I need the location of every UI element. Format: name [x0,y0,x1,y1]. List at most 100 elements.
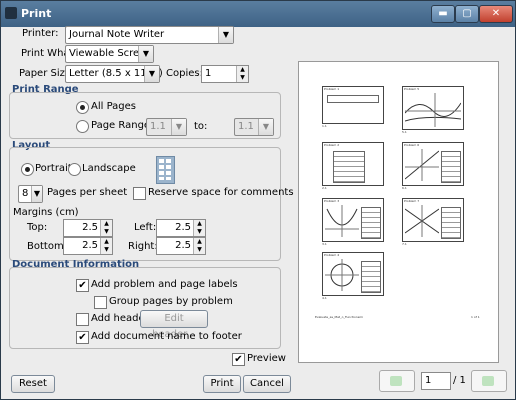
group-pages-label: Group pages by problem [109,296,233,307]
thumb-title: Problem 5 [404,87,420,91]
margin-right-stepper[interactable]: 2.5 ▲ ▼ [156,237,206,255]
all-pages-radio[interactable] [76,101,89,114]
print-preview-page: Problem 1 1.1 Problem 2 2.1 Problem 3 3.… [298,61,499,363]
margin-right-value: 2.5 [175,240,191,251]
thumb-page-label: 7.1 [402,242,407,246]
close-button[interactable]: ✕ [479,5,513,23]
layout-preview-icon [156,156,175,184]
preview-thumb: Problem 5 [402,86,464,130]
copies-label: Copies: [166,68,203,79]
prev-arrow-icon [390,376,402,386]
range-from-select[interactable]: 1.1 ▼ [146,118,187,136]
chevron-down-icon: ▼ [138,46,153,62]
landscape-label: Landscape [82,163,136,174]
reset-button[interactable]: Reset [11,375,55,393]
all-pages-label: All Pages [91,101,136,112]
pages-per-sheet-value: 8 [22,188,29,199]
thumb-title: Problem 4 [324,253,340,257]
range-from-value: 1.1 [150,121,166,132]
spinner-arrows-icon[interactable]: ▲ ▼ [100,220,112,236]
graph-icon [325,259,359,291]
maximize-button[interactable]: ▢ [455,5,479,23]
range-to-select[interactable]: 1.1 ▼ [234,118,274,136]
chevron-down-icon: ▼ [144,66,159,82]
range-to-value: 1.1 [238,121,254,132]
spinner-arrows-icon[interactable]: ▲ ▼ [193,220,205,236]
thumb-title: Problem 1 [324,87,340,91]
margin-bottom-value: 2.5 [82,240,98,251]
chevron-down-icon: ▼ [218,27,233,43]
margin-right-label: Right: [128,241,158,252]
preview-label: Preview [247,353,286,364]
preview-thumb: Problem 3 [322,198,384,242]
spinner-arrows-icon[interactable]: ▲ ▼ [100,238,112,254]
margin-left-label: Left: [134,222,157,233]
graph-icon [405,205,439,237]
printer-select[interactable]: Journal Note Writer ▼ [65,26,234,44]
portrait-label: Portrait [35,163,72,174]
pages-per-sheet-select[interactable]: 8 ▼ [18,185,43,203]
preview-thumb: Problem 6 [402,142,464,186]
paper-size-select[interactable]: Letter (8.5 x 11 in) ▼ [65,65,163,83]
reserve-comments-checkbox[interactable] [133,187,146,200]
thumb-page-label: 3.1 [322,242,327,246]
cancel-button[interactable]: Cancel [243,375,291,393]
chevron-down-icon: ▼ [258,119,273,135]
add-footer-label: Add document name to footer [91,331,242,342]
minimize-button[interactable]: ▬ [431,5,455,23]
margin-bottom-stepper[interactable]: 2.5 ▲ ▼ [63,237,113,255]
edit-header-button[interactable]: Edit header... [140,310,208,340]
margin-bottom-label: Bottom: [27,241,68,252]
thumb-page-label: 6.1 [402,186,407,190]
thumb-title: Problem 2 [324,143,340,147]
page-total-label: / 1 [453,375,466,386]
preview-footer-page: 1 of 1 [471,315,480,319]
graph-icon [405,93,461,127]
app-icon [5,7,17,19]
print-what-select[interactable]: Viewable Screen ▼ [65,45,154,63]
print-dialog: Print ▬ ▢ ✕ Printer: Journal Note Writer… [0,0,516,400]
printer-value: Journal Note Writer [69,29,165,40]
group-pages-checkbox[interactable] [94,296,107,309]
next-page-button[interactable] [471,370,507,392]
graph-icon [405,149,439,181]
margin-top-label: Top: [27,222,48,233]
preview-checkbox[interactable] [232,353,245,366]
window-title: Print [21,7,52,20]
print-button[interactable]: Print [203,375,241,393]
preview-thumb: Problem 4 [322,252,384,296]
page-range-radio[interactable] [76,120,89,133]
page-number-field[interactable]: 1 [421,372,451,390]
thumb-page-label: 1.1 [322,124,327,128]
margin-top-stepper[interactable]: 2.5 ▲ ▼ [63,219,113,237]
preview-thumb: Problem 1 [322,86,384,124]
thumb-page-label: 4.1 [322,296,327,300]
add-footer-checkbox[interactable] [76,331,89,344]
thumb-page-label: 2.1 [322,186,327,190]
page-number-value: 1 [425,375,432,386]
margins-label: Margins (cm) [13,207,79,218]
title-bar: Print ▬ ▢ ✕ [1,1,515,27]
pages-per-sheet-label: Pages per sheet [47,187,128,198]
landscape-radio[interactable] [68,163,81,176]
copies-stepper[interactable]: 1 ▲ ▼ [201,65,249,83]
spinner-arrows-icon[interactable]: ▲ ▼ [193,238,205,254]
add-header-checkbox[interactable] [76,313,89,326]
margin-left-stepper[interactable]: 2.5 ▲ ▼ [156,219,206,237]
thumb-title: Problem 6 [404,143,420,147]
portrait-radio[interactable] [21,163,34,176]
thumb-page-label: 5.1 [402,130,407,134]
copies-value: 1 [205,68,212,79]
preview-footer-name: Evaluate_as_Mat_o_Functionsmi [315,315,364,319]
spinner-arrows-icon[interactable]: ▲ ▼ [236,66,248,82]
chevron-down-icon: ▼ [31,186,42,202]
add-labels-checkbox[interactable] [76,279,89,292]
thumb-title: Problem 7 [404,199,420,203]
add-labels-label: Add problem and page labels [91,279,238,290]
thumb-title: Problem 3 [324,199,340,203]
reserve-comments-label: Reserve space for comments [148,187,294,198]
preview-thumb: Problem 2 [322,142,384,186]
printer-label: Printer: [22,28,59,39]
margin-top-value: 2.5 [82,222,98,233]
previous-page-button[interactable] [379,370,415,392]
